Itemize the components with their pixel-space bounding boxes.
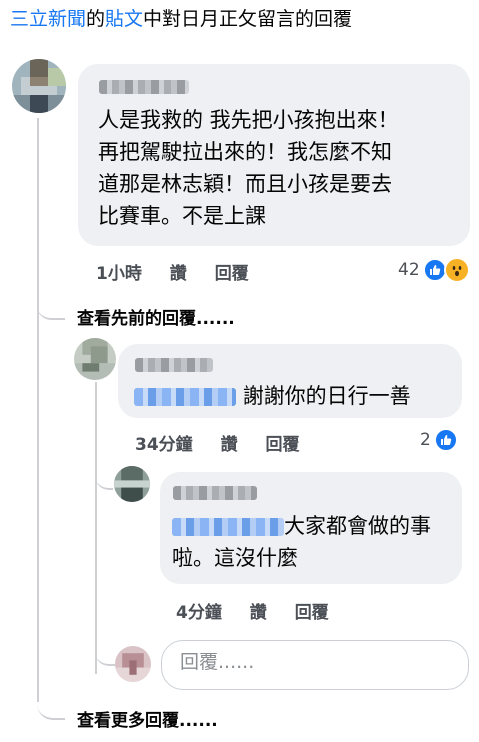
comment-text: 大家都會做的事 啦。這沒什麼 — [172, 510, 462, 574]
caption-rest: 中對日月正攵留言的回覆 — [143, 8, 353, 30]
post-link[interactable]: 貼文 — [105, 8, 143, 30]
thread-elbow-nested — [95, 472, 113, 490]
reaction-count: 42 — [398, 260, 420, 280]
comment-line: 大家都會做的事 — [284, 514, 431, 538]
caption: 三立新聞的貼文中對日月正攵留言的回覆 — [10, 6, 352, 32]
reaction-summary[interactable]: 42 — [398, 257, 470, 283]
thread-elbow-more — [37, 700, 65, 720]
commenter-name-blurred[interactable] — [99, 80, 189, 94]
avatar-pixelated-image — [114, 466, 150, 502]
like-button[interactable]: 讚 — [170, 264, 187, 284]
caption-mid: 的 — [86, 8, 106, 30]
avatar-pixelated-image — [74, 338, 116, 380]
reaction-count: 2 — [420, 430, 431, 450]
view-more-replies-link[interactable]: 查看更多回覆...... — [77, 706, 218, 731]
timestamp[interactable]: 4分鐘 — [176, 603, 222, 623]
avatar[interactable] — [114, 466, 150, 502]
comment-text: 人是我救的 我先把小孩抱出來！ 再把駕駛拉出來的！我怎麼不知 道那是林志穎！而且… — [98, 104, 468, 232]
like-reaction-icon — [433, 428, 458, 452]
reply-button[interactable]: 回覆 — [266, 435, 300, 455]
comment-text: 謝謝你的日行一善 — [134, 380, 411, 412]
avatar[interactable] — [74, 338, 116, 380]
comment-bubble[interactable]: 謝謝你的日行一善 — [118, 344, 462, 418]
mention-tag-blurred[interactable] — [172, 518, 284, 536]
reply-input-box[interactable] — [161, 640, 469, 690]
like-button[interactable]: 讚 — [221, 435, 238, 455]
avatar-pixelated-image — [115, 646, 151, 682]
comment-meta: 34分鐘 讚 回覆 — [135, 430, 322, 455]
mention-tag-blurred[interactable] — [134, 388, 236, 406]
thread-line-sub — [95, 382, 97, 674]
source-link[interactable]: 三立新聞 — [10, 8, 86, 30]
reply-input[interactable] — [178, 650, 442, 674]
commenter-name-blurred[interactable] — [135, 358, 213, 372]
thread-elbow-previous — [37, 298, 65, 320]
wow-reaction-icon — [443, 257, 470, 283]
like-button[interactable]: 讚 — [250, 603, 267, 623]
comment-bubble[interactable]: 人是我救的 我先把小孩抱出來！ 再把駕駛拉出來的！我怎麼不知 道那是林志穎！而且… — [78, 64, 470, 246]
comment-bubble[interactable]: 大家都會做的事 啦。這沒什麼 — [160, 472, 462, 584]
current-user-avatar[interactable] — [115, 646, 151, 682]
comment-line: 人是我救的 我先把小孩抱出來！ — [98, 108, 399, 132]
comment-meta: 4分鐘 讚 回覆 — [176, 598, 351, 623]
comment-line: 再把駕駛拉出來的！我怎麼不知 — [98, 140, 392, 164]
comment-line: 啦。這沒什麼 — [172, 546, 298, 570]
timestamp[interactable]: 34分鐘 — [135, 435, 193, 455]
reaction-summary[interactable]: 2 — [420, 428, 458, 452]
reply-button[interactable]: 回覆 — [215, 264, 249, 284]
timestamp[interactable]: 1小時 — [96, 264, 142, 284]
thread-line-main — [37, 118, 39, 702]
commenter-name-blurred[interactable] — [173, 486, 257, 500]
comment-line: 比賽車。不是上課 — [98, 204, 266, 228]
avatar-pixelated-image — [12, 59, 66, 113]
avatar[interactable] — [12, 59, 66, 113]
comment-line: 道那是林志穎！而且小孩是要去 — [98, 172, 392, 196]
view-previous-replies-link[interactable]: 查看先前的回覆...... — [77, 304, 235, 329]
reply-button[interactable]: 回覆 — [295, 603, 329, 623]
thread-elbow-input — [95, 650, 115, 666]
comment-meta: 1小時 讚 回覆 — [96, 259, 271, 284]
comment-line: 謝謝你的日行一善 — [242, 384, 411, 408]
